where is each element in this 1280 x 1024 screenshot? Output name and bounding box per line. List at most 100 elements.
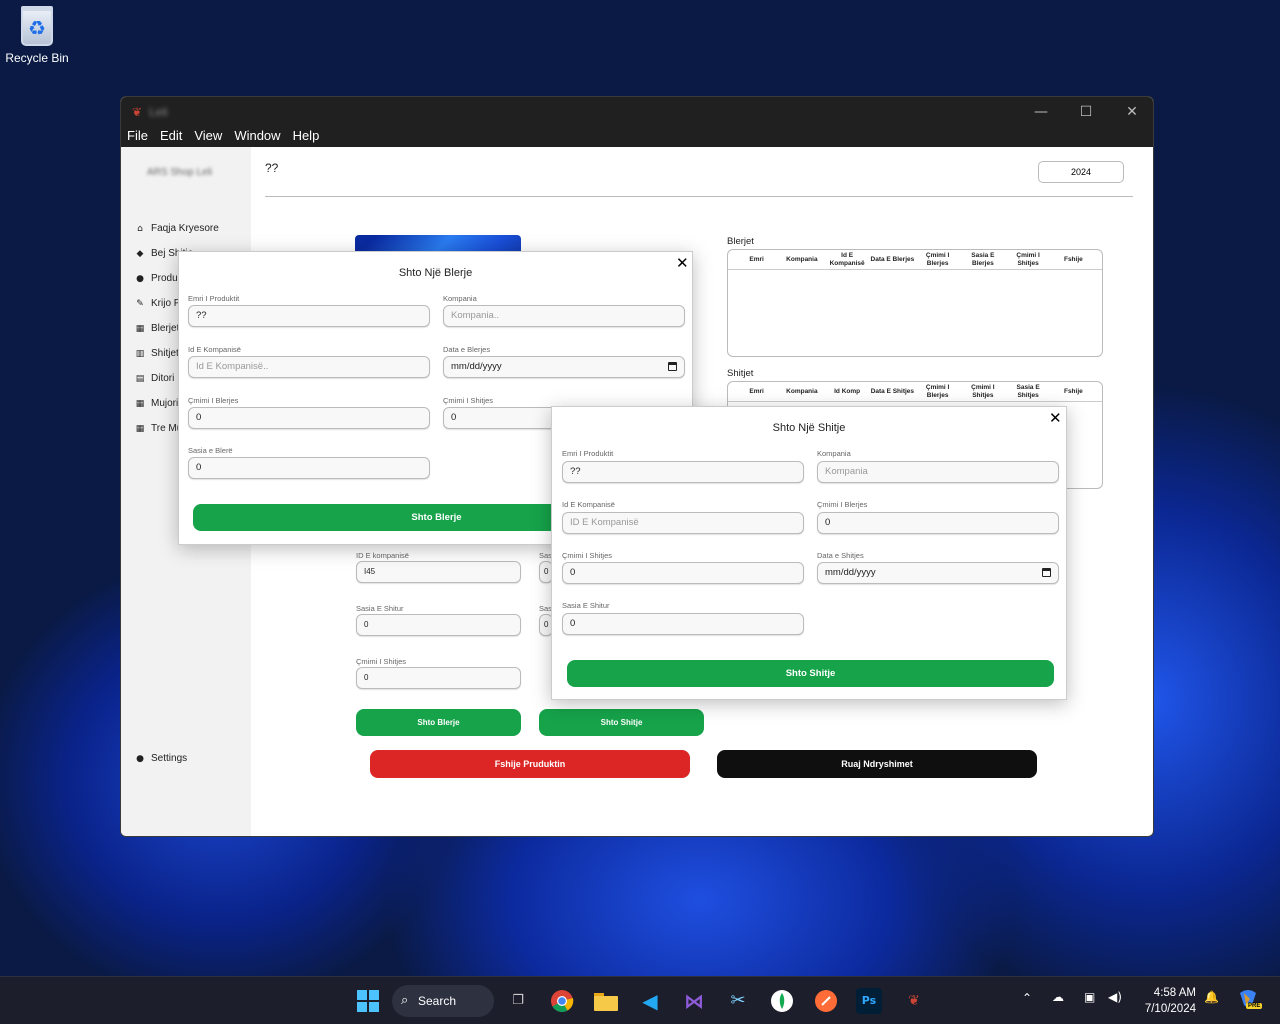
maximize-button[interactable]: ☐ (1063, 97, 1109, 127)
company-id-input[interactable]: ID E Kompanisë (562, 512, 804, 534)
file-explorer-icon[interactable] (592, 987, 620, 1015)
calendar-icon: ▦ (135, 398, 145, 409)
dialog-title: Shto Një Shitje (772, 422, 846, 434)
column-header: Emri (749, 255, 764, 263)
save-changes-button[interactable]: Ruaj Ndryshimet (717, 750, 1037, 778)
copilot-icon[interactable]: PRE (1236, 987, 1263, 1013)
sales-table-header: Emri Kompania Id Komp Data E Shitjes Çmi… (728, 382, 1102, 402)
postman-icon[interactable] (812, 987, 840, 1015)
sidebar-item-sales[interactable]: ▥ Shitjet (135, 348, 179, 359)
product-name-input[interactable]: ?? (562, 461, 804, 483)
network-icon[interactable]: ▣ (1084, 990, 1095, 1004)
clock[interactable]: 4:58 AM 7/10/2024 (1140, 985, 1196, 1017)
page-title: ?? (265, 161, 279, 175)
dialog-title: Shto Një Blerje (398, 267, 473, 279)
company-input[interactable]: Kompania.. (443, 305, 685, 327)
delete-product-button[interactable]: Fshije Pruduktin (370, 750, 690, 778)
sale-date-input[interactable]: mm/dd/yyyy (817, 562, 1059, 584)
calendar-icon: ▦ (135, 423, 145, 434)
recycle-bin-shortcut[interactable]: Recycle Bin (4, 6, 70, 65)
product-name-label: Emri I Produktit (562, 449, 614, 458)
add-sale-dialog: Shto Një Shitje ✕ Emri I Produktit ?? Ko… (551, 406, 1067, 700)
clock-date: 7/10/2024 (1144, 1003, 1196, 1015)
volume-icon[interactable]: ◀) (1108, 990, 1122, 1004)
sidebar-item-home[interactable]: ⌂ Faqja Kryesore (135, 223, 219, 234)
qty-input[interactable]: 0 (562, 613, 804, 635)
title-bar[interactable]: ❦ Leli — ☐ ✕ (121, 97, 1153, 127)
photoshop-icon[interactable]: Ps (856, 988, 882, 1014)
add-sale-button[interactable]: Shto Shitje (539, 709, 704, 736)
menu-view[interactable]: View (194, 127, 222, 147)
sidebar-item-label: Blerjet (151, 323, 180, 334)
close-icon[interactable]: ✕ (1049, 411, 1062, 426)
qty-input[interactable]: 0 (188, 457, 430, 479)
column-header: Emri (749, 387, 764, 395)
purchases-table-header: Emri Kompania Id E Kompanisë Data E Bler… (728, 250, 1102, 270)
notification-bell-icon[interactable]: 🔔 (1204, 990, 1219, 1004)
mongodb-compass-icon[interactable] (768, 987, 796, 1015)
search-box[interactable]: ⌕ Search (392, 985, 494, 1017)
sidebar-item-label: Settings (151, 753, 188, 764)
tag-icon: ◆ (136, 248, 144, 259)
sidebar-item-label: Faqja Kryesore (151, 223, 219, 234)
preview-badge: PRE (1246, 1003, 1263, 1009)
column-header: Çmimi I Shitjes (971, 383, 995, 399)
company-id-label: Id E Kompanisë (562, 500, 615, 509)
year-selector[interactable]: 2024 (1038, 161, 1124, 183)
taskbar: ⌕ Search ❐ ◀ ⋈ ✂ Ps ❦ ⌃ ☁ ▣ ◀) 4:58 AM 7… (0, 976, 1280, 1024)
minimize-button[interactable]: — (1018, 97, 1064, 127)
chrome-icon[interactable] (548, 987, 576, 1015)
column-header: Fshije (1063, 387, 1083, 395)
sidebar-item-settings[interactable]: ● Settings (135, 753, 187, 764)
calendar-icon[interactable] (668, 362, 677, 371)
chart-icon: ▦ (135, 323, 145, 334)
date-value: mm/dd/yyyy (825, 567, 876, 578)
purchase-date-input[interactable]: mm/dd/yyyy (443, 356, 685, 378)
company-id-input[interactable]: I45 (356, 561, 521, 583)
submit-sale-button[interactable]: Shto Shitje (567, 660, 1054, 687)
task-view-icon[interactable]: ❐ (504, 987, 532, 1015)
menu-window[interactable]: Window (234, 127, 280, 147)
menu-bar: File Edit View Window Help (121, 127, 1153, 147)
company-id-input[interactable]: Id E Kompanisë.. (188, 356, 430, 378)
purchase-price-input[interactable]: 0 (188, 407, 430, 429)
visual-studio-icon[interactable]: ⋈ (680, 987, 708, 1015)
sidebar-item-purchases[interactable]: ▦ Blerjet (135, 323, 180, 334)
chevron-up-icon[interactable]: ⌃ (1022, 991, 1032, 1005)
calendar-icon: ▤ (135, 373, 145, 384)
product-name-input[interactable]: ?? (188, 305, 430, 327)
sidebar-item-monthly[interactable]: ▦ Mujori (135, 398, 179, 409)
column-header: Data E Blerjes (870, 255, 915, 263)
brand-name: ARS Shop Leli (147, 167, 213, 178)
date-value: mm/dd/yyyy (451, 361, 502, 372)
add-purchase-button[interactable]: Shto Blerje (356, 709, 521, 736)
leli-app-icon[interactable]: ❦ (900, 987, 928, 1015)
qty-sold-input[interactable]: 0 (356, 614, 521, 636)
recycle-bin-icon (21, 6, 53, 46)
menu-edit[interactable]: Edit (160, 127, 182, 147)
sale-price-input[interactable]: 0 (562, 562, 804, 584)
calendar-icon[interactable] (1042, 568, 1051, 577)
purchase-price-label: Çmimi I Blerjes (188, 396, 239, 405)
window-title: Leli (149, 105, 168, 119)
purchase-price-input[interactable]: 0 (817, 512, 1059, 534)
menu-help[interactable]: Help (293, 127, 320, 147)
clock-time: 4:58 AM (1153, 987, 1196, 999)
company-input[interactable]: Kompania (817, 461, 1059, 483)
col2-label-1: Sas (539, 551, 552, 560)
close-button[interactable]: ✕ (1109, 97, 1153, 127)
sale-price-label: Çmimi I Shitjes (443, 396, 494, 405)
sale-price-input[interactable]: 0 (356, 667, 521, 689)
menu-file[interactable]: File (127, 127, 148, 147)
vscode-icon[interactable]: ◀ (636, 987, 664, 1015)
sidebar-item-daily[interactable]: ▤ Ditori (135, 373, 175, 384)
app-icon: ❦ (132, 105, 143, 119)
company-id-label: Id E Kompanisë (188, 345, 241, 354)
user-icon: ● (136, 753, 144, 764)
purchase-price-label: Çmimi I Blerjes (817, 500, 868, 509)
close-icon[interactable]: ✕ (676, 256, 689, 271)
snipping-tool-icon[interactable]: ✂ (724, 987, 752, 1015)
cloud-icon[interactable]: ☁ (1052, 990, 1064, 1004)
product-name-label: Emri I Produktit (188, 294, 240, 303)
windows-start-icon[interactable] (354, 987, 382, 1015)
